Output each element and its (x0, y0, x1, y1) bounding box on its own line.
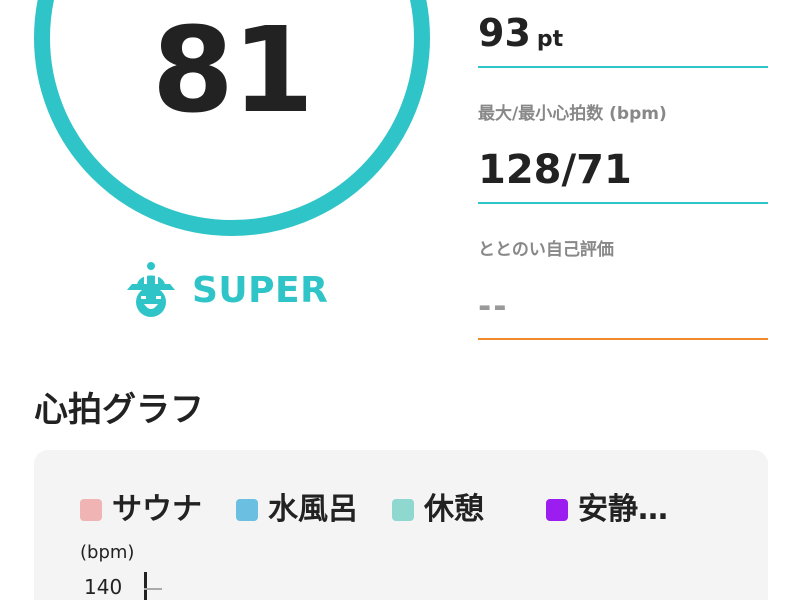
self-rating-value[interactable]: -- (478, 280, 509, 332)
legend-item-rest: 休憩 (392, 490, 484, 530)
legend-swatch-sauna (80, 499, 102, 521)
heart-rate-divider (478, 202, 768, 204)
legend-item-resting: 安静… (546, 490, 668, 530)
legend-label-resting: 安静… (578, 492, 668, 527)
legend-label-sauna: サウナ (112, 492, 202, 527)
graph-legend: サウナ 水風呂 休憩 安静… (80, 490, 702, 530)
points-value: 93 pt (478, 8, 563, 65)
legend-swatch-resting (546, 499, 568, 521)
score-value: 81 (151, 1, 314, 139)
points-divider (478, 66, 768, 68)
legend-swatch-cold-bath (236, 499, 258, 521)
rank-badge: SUPER (124, 258, 328, 322)
y-axis-line (144, 572, 147, 600)
y-tick-label: 140 (84, 575, 123, 599)
legend-item-sauna: サウナ (80, 490, 202, 530)
heart-rate-label: 最大/最小心拍数 (bpm) (478, 104, 667, 124)
y-axis-unit: (bpm) (80, 542, 135, 563)
sauna-result-page: 81 SUPER 93 pt 最大/最小心拍数 (bpm) 128/71 ととのい… (0, 0, 800, 600)
heart-rate-value: 128/71 (478, 147, 632, 193)
legend-swatch-rest (392, 499, 414, 521)
y-tick-mark (144, 588, 162, 590)
legend-item-cold-bath: 水風呂 (236, 490, 358, 530)
points-number: 93 (478, 11, 531, 55)
heart-graph-title: 心拍グラフ (34, 390, 204, 430)
rank-label: SUPER (192, 269, 329, 311)
legend-label-cold-bath: 水風呂 (268, 492, 358, 527)
legend-label-rest: 休憩 (424, 492, 484, 527)
self-rating-divider (478, 338, 768, 340)
self-rating-label: ととのい自己評価 (478, 240, 614, 260)
points-unit: pt (536, 27, 564, 52)
sauna-hat-face-icon (127, 262, 175, 317)
